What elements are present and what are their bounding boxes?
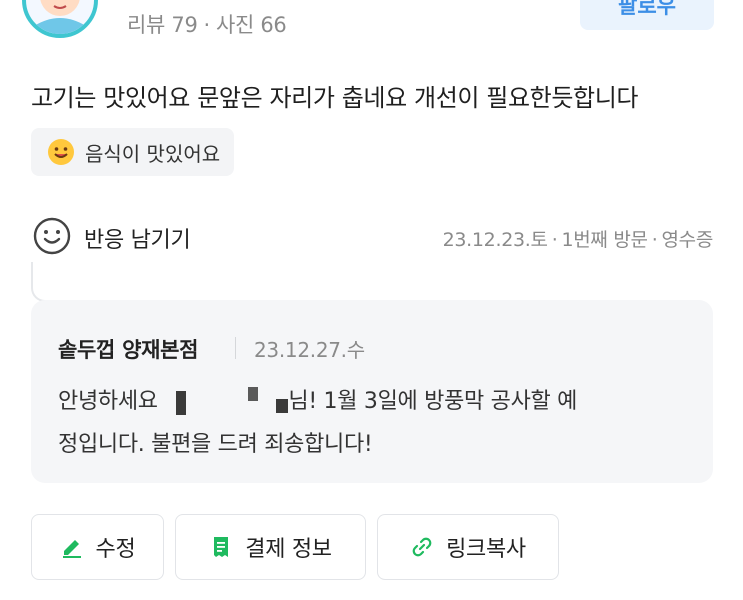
redacted-name: [164, 387, 289, 415]
redaction-block: [176, 391, 187, 415]
reply-date: 23.12.27.수: [254, 338, 365, 362]
visit-info: 23.12.23.토 · 1번째 방문 · 영수증: [442, 225, 714, 252]
review-count: 리뷰 79: [127, 13, 198, 37]
divider: [235, 337, 236, 359]
edit-button[interactable]: 수정: [31, 514, 164, 580]
avatar[interactable]: [22, 0, 98, 38]
photo-count: 사진 66: [215, 13, 287, 37]
redaction-block: [276, 399, 289, 413]
visit-count: 1번째 방문: [561, 229, 648, 251]
payment-info-button[interactable]: 결제 정보: [175, 514, 366, 580]
keyword-chip: 음식이 맛있어요: [31, 128, 235, 176]
leave-reaction-button[interactable]: 반응 남기기: [84, 222, 191, 254]
copy-link-button[interactable]: 링크복사: [377, 514, 559, 580]
reply-message: 님! 1월 3일에 방풍막 공사할 예: [288, 389, 578, 414]
follow-button[interactable]: 팔로우: [580, 0, 714, 30]
receipt-icon: [214, 537, 229, 557]
keyword-label: 음식이 맛있어요: [85, 141, 221, 166]
reply-greeting: 안녕하세요: [58, 389, 158, 414]
review-text: 고기는 맛있어요 문앞은 자리가 춥네요 개선이 필요한듯합니다: [31, 84, 639, 112]
smile-emoji-icon: [48, 139, 74, 165]
separator: ·: [203, 13, 211, 37]
separator: ·: [551, 229, 558, 251]
redaction-block: [248, 387, 259, 401]
reply-text-line-1: 안녕하세요 님! 1월 3일에 방풍막 공사할 예: [58, 383, 577, 415]
owner-name[interactable]: 솥두껍 양재본점: [58, 334, 198, 364]
profile-stats: 리뷰 79 · 사진 66: [127, 9, 287, 39]
copy-link-label: 링크복사: [446, 537, 526, 562]
receipt-label: 영수증: [661, 229, 713, 251]
visit-date: 23.12.23.토: [442, 229, 548, 251]
edit-label: 수정: [95, 537, 136, 562]
reply-text-line-2: 정입니다. 불편을 드려 죄송합니다!: [58, 432, 373, 457]
separator: ·: [651, 229, 658, 251]
smile-icon[interactable]: [32, 216, 72, 256]
pencil-icon: [62, 540, 81, 558]
payment-info-label: 결제 정보: [245, 537, 332, 562]
reply-connector: [31, 262, 51, 302]
link-icon: [412, 537, 432, 557]
